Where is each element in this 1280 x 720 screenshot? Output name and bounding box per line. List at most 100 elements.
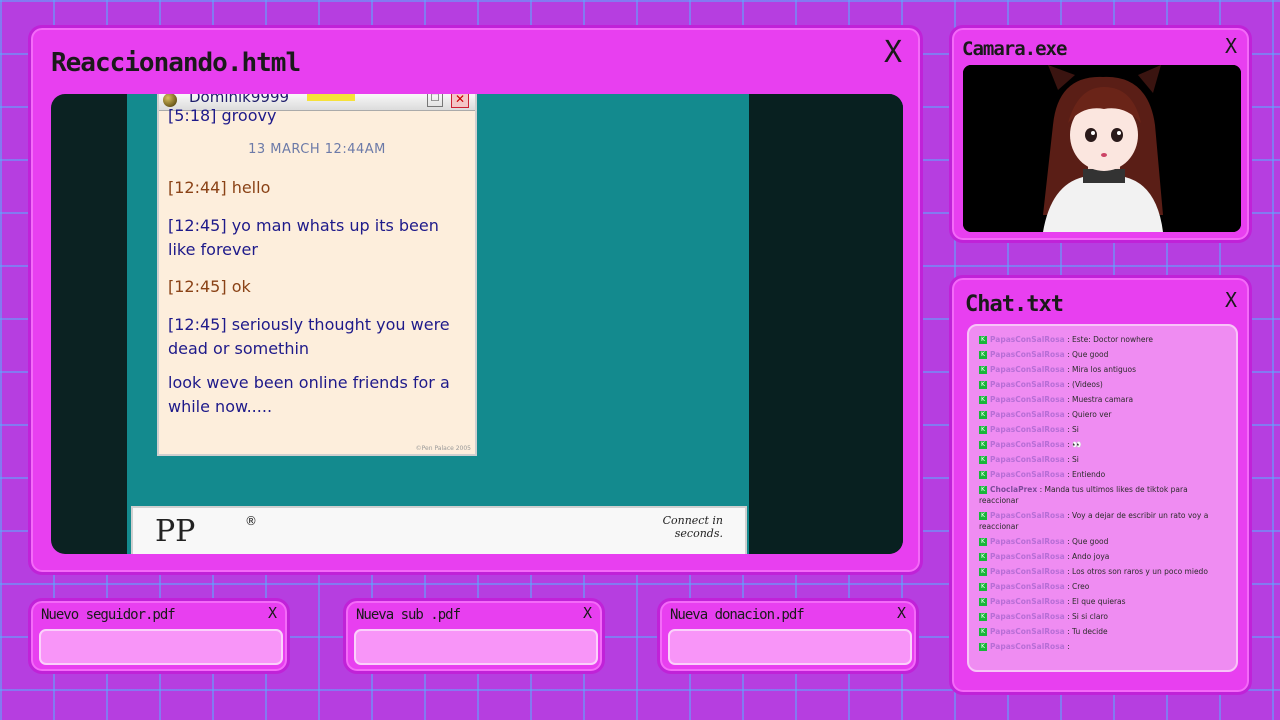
reaction-window-close-button[interactable]: X <box>884 38 902 68</box>
chat-username[interactable]: PapasConSalRosa <box>990 582 1065 591</box>
platform-badge-icon: K <box>979 441 987 449</box>
new-follower-alert-field <box>39 629 283 665</box>
chat-text: Los otros son raros y un poco miedo <box>1072 567 1208 576</box>
chat-text: Si <box>1072 455 1079 464</box>
chat-username[interactable]: PapasConSalRosa <box>990 395 1065 404</box>
chat-username[interactable]: PapasConSalRosa <box>990 380 1065 389</box>
new-sub-alert: Nueva sub .pdf X <box>343 598 605 674</box>
chat-line: K PapasConSalRosa : Si si claro <box>969 609 1236 624</box>
chat-username[interactable]: PapasConSalRosa <box>990 335 1065 344</box>
chat-window-close-button[interactable]: X <box>1225 290 1237 310</box>
chat-username[interactable]: PapasConSalRosa <box>990 455 1065 464</box>
chat-username[interactable]: PapasConSalRosa <box>990 425 1065 434</box>
platform-badge-icon: K <box>979 366 987 374</box>
new-sub-alert-field <box>354 629 598 665</box>
chat-text: Este: Doctor nowhere <box>1072 335 1154 344</box>
chat-text: Si <box>1072 425 1079 434</box>
chat-username[interactable]: PapasConSalRosa <box>990 642 1065 651</box>
new-donation-alert-field <box>668 629 912 665</box>
platform-badge-icon: K <box>979 643 987 651</box>
chat-line: K PapasConSalRosa : 👀 <box>969 437 1236 452</box>
chat-message: look weve been online friends for a whil… <box>168 373 450 416</box>
chat-message: [12:45] seriously thought you were dead … <box>168 315 450 358</box>
new-follower-alert-title: Nuevo seguidor.pdf <box>41 607 176 623</box>
video-stage: Dominik9999 ☐ ✕ [5:18] groovy 13 MARCH 1… <box>51 94 903 554</box>
chat-username[interactable]: PapasConSalRosa <box>990 552 1065 561</box>
reaction-window-title: Reaccionando.html <box>51 48 301 78</box>
user-badge <box>307 94 355 101</box>
chat-username[interactable]: PapasConSalRosa <box>990 365 1065 374</box>
chat-username[interactable]: ChoclaPrex <box>990 485 1037 494</box>
platform-badge-icon: K <box>979 553 987 561</box>
new-follower-alert-close-button[interactable]: X <box>268 606 277 621</box>
chat-text: Que good <box>1072 350 1109 359</box>
pen-palace-logo: PP <box>155 514 196 549</box>
chat-text: Si si claro <box>1072 612 1108 621</box>
chat-line: K PapasConSalRosa : <box>969 639 1236 654</box>
chat-text: 👀 <box>1072 440 1082 449</box>
ad-tagline: Connect in seconds. <box>662 514 723 540</box>
chat-username[interactable]: PapasConSalRosa <box>990 410 1065 419</box>
platform-badge-icon: K <box>979 471 987 479</box>
ad-banner: PP ® Connect in seconds. <box>131 506 747 554</box>
chat-line: K PapasConSalRosa : (Videos) <box>969 377 1236 392</box>
platform-badge-icon: K <box>979 381 987 389</box>
chat-username[interactable]: PapasConSalRosa <box>990 627 1065 636</box>
chat-line: K PapasConSalRosa : Ando joya <box>969 549 1236 564</box>
chat-message: [12:45] ok <box>168 277 251 296</box>
chat-text: Quiero ver <box>1072 410 1112 419</box>
platform-badge-icon: K <box>979 396 987 404</box>
chat-text: Tu decide <box>1072 627 1108 636</box>
date-separator: 13 MARCH 12:44AM <box>248 142 386 157</box>
platform-badge-icon: K <box>979 598 987 606</box>
platform-badge-icon: K <box>979 456 987 464</box>
chat-username[interactable]: PapasConSalRosa <box>990 440 1065 449</box>
chat-line: K ChoclaPrex : Manda tus ultimos likes de… <box>979 485 1188 505</box>
chat-line: K PapasConSalRosa : Entiendo <box>969 467 1236 482</box>
new-donation-alert: Nueva donacion.pdf X <box>657 598 919 674</box>
platform-badge-icon: K <box>979 336 987 344</box>
camera-window-close-button[interactable]: X <box>1225 36 1237 56</box>
chat-line: K PapasConSalRosa : Creo <box>969 579 1236 594</box>
chat-text: Que good <box>1072 537 1109 546</box>
platform-badge-icon: K <box>979 568 987 576</box>
chat-line: K PapasConSalRosa : Muestra camara <box>969 392 1236 407</box>
platform-badge-icon: K <box>979 583 987 591</box>
chat-text: Ando joya <box>1072 552 1110 561</box>
chat-username[interactable]: PapasConSalRosa <box>990 612 1065 621</box>
chat-text: (Videos) <box>1072 380 1103 389</box>
chat-window: Chat.txt X K PapasConSalRosa : Este: Doct… <box>949 275 1252 695</box>
chat-line: K PapasConSalRosa : Quiero ver <box>969 407 1236 422</box>
chat-line: K PapasConSalRosa : Si <box>969 422 1236 437</box>
chat-text: Entiendo <box>1072 470 1106 479</box>
chat-line: K PapasConSalRosa : Que good <box>969 534 1236 549</box>
platform-badge-icon: K <box>979 411 987 419</box>
chat-line: K PapasConSalRosa : Si <box>969 452 1236 467</box>
chat-username[interactable]: PapasConSalRosa <box>990 470 1065 479</box>
chat-username[interactable]: PapasConSalRosa <box>990 537 1065 546</box>
chat-message-list[interactable]: K PapasConSalRosa : Este: Doctor nowhere K… <box>967 324 1238 672</box>
chat-text: Creo <box>1072 582 1090 591</box>
chat-line: K PapasConSalRosa : Mira los antiguos <box>969 362 1236 377</box>
chat-username[interactable]: PapasConSalRosa <box>990 350 1065 359</box>
new-sub-alert-title: Nueva sub .pdf <box>356 607 461 623</box>
platform-badge-icon: K <box>979 512 987 520</box>
chat-message: [12:44] hello <box>168 178 271 197</box>
chat-line: K PapasConSalRosa : Que good <box>969 347 1236 362</box>
camera-window: Camara.exe X <box>949 25 1252 243</box>
new-donation-alert-title: Nueva donacion.pdf <box>670 607 805 623</box>
camera-window-title: Camara.exe <box>962 38 1067 60</box>
chat-line: K PapasConSalRosa : Este: Doctor nowhere <box>969 332 1236 347</box>
chat-username[interactable]: PapasConSalRosa <box>990 597 1065 606</box>
copyright-text: ©Pen Palace 2005 <box>415 445 471 452</box>
chat-username[interactable]: PapasConSalRosa <box>990 511 1065 520</box>
chat-line: K PapasConSalRosa : Voy a dejar de escrib… <box>979 511 1209 531</box>
new-donation-alert-close-button[interactable]: X <box>897 606 906 621</box>
new-sub-alert-close-button[interactable]: X <box>583 606 592 621</box>
chat-username[interactable]: PapasConSalRosa <box>990 567 1065 576</box>
platform-badge-icon: K <box>979 351 987 359</box>
chat-line: K PapasConSalRosa : Los otros son raros y… <box>969 564 1236 579</box>
chat-line: K PapasConSalRosa : Tu decide <box>969 624 1236 639</box>
chat-window-title: Chat.txt <box>965 292 1064 317</box>
reaction-window: Reaccionando.html X Dominik9999 ☐ ✕ [5:1… <box>28 25 923 575</box>
